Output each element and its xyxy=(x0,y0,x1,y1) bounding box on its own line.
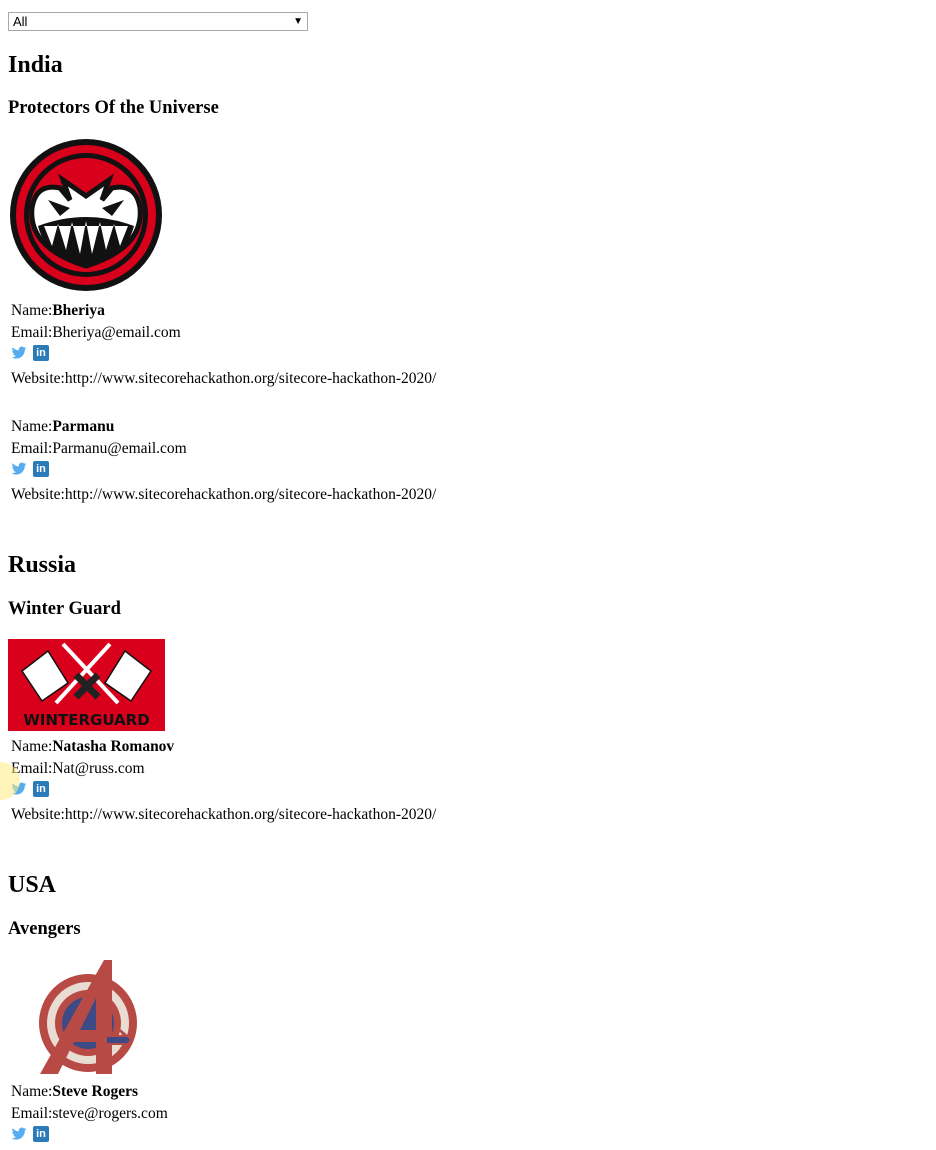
name-label: Name: xyxy=(11,418,53,435)
member-name-line: Name:Parmanu xyxy=(11,417,114,437)
social-links: in xyxy=(11,345,49,361)
website-label: Website: xyxy=(11,806,65,823)
country-filter-value: All xyxy=(13,14,28,29)
member-website-line: Website:http://www.sitecorehackathon.org… xyxy=(11,369,436,389)
name-label: Name: xyxy=(11,302,53,319)
team-heading-winter-guard: Winter Guard xyxy=(8,599,121,619)
country-heading-usa: USA xyxy=(8,872,57,898)
member-name: Parmanu xyxy=(52,418,115,435)
member-website[interactable]: http://www.sitecorehackathon.org/sitecor… xyxy=(65,806,436,823)
member-name-line: Name:Natasha Romanov xyxy=(11,737,174,757)
angry-face-logo xyxy=(10,139,162,291)
member-email: Nat@russ.com xyxy=(52,760,145,777)
email-label: Email: xyxy=(11,324,53,341)
linkedin-icon[interactable]: in xyxy=(33,1126,49,1142)
name-label: Name: xyxy=(11,738,53,755)
member-email: steve@rogers.com xyxy=(52,1105,168,1122)
member-email-line: Email:steve@rogers.com xyxy=(11,1104,168,1124)
member-email-line: Email:Nat@russ.com xyxy=(11,759,145,779)
email-label: Email: xyxy=(11,440,53,457)
team-heading-protectors: Protectors Of the Universe xyxy=(8,98,219,118)
member-email: Bheriya@email.com xyxy=(52,324,181,341)
twitter-icon[interactable] xyxy=(11,461,27,477)
email-label: Email: xyxy=(11,1105,53,1122)
linkedin-icon[interactable]: in xyxy=(33,345,49,361)
winterguard-logo-text: WINTERGUARD xyxy=(23,711,149,729)
member-website-line: Website:http://www.sitecorehackathon.org… xyxy=(11,805,436,825)
twitter-icon[interactable] xyxy=(11,345,27,361)
member-name: Bheriya xyxy=(52,302,105,319)
page: All ▼ India Protectors Of the Universe N… xyxy=(0,0,936,1150)
country-heading-india: India xyxy=(8,52,63,78)
country-filter-select[interactable]: All ▼ xyxy=(8,12,308,31)
avengers-logo xyxy=(39,960,137,1074)
winterguard-logo: WINTERGUARD xyxy=(8,639,165,731)
member-name: Steve Rogers xyxy=(52,1083,138,1100)
social-links: in xyxy=(11,1126,49,1142)
social-links: in xyxy=(11,461,49,477)
name-label: Name: xyxy=(11,1083,53,1100)
member-name-line: Name:Bheriya xyxy=(11,301,105,321)
member-name: Natasha Romanov xyxy=(52,738,175,755)
member-website[interactable]: http://www.sitecorehackathon.org/sitecor… xyxy=(65,486,436,503)
twitter-icon[interactable] xyxy=(11,1126,27,1142)
website-label: Website: xyxy=(11,486,65,503)
dropdown-arrow-icon: ▼ xyxy=(293,16,303,27)
member-email-line: Email:Parmanu@email.com xyxy=(11,439,187,459)
team-heading-avengers: Avengers xyxy=(8,919,81,939)
member-website[interactable]: http://www.sitecorehackathon.org/sitecor… xyxy=(65,370,436,387)
member-name-line: Name:Steve Rogers xyxy=(11,1082,138,1102)
linkedin-icon[interactable]: in xyxy=(33,461,49,477)
country-heading-russia: Russia xyxy=(8,552,77,578)
member-website-line: Website:http://www.sitecorehackathon.org… xyxy=(11,485,436,505)
website-label: Website: xyxy=(11,370,65,387)
linkedin-icon[interactable]: in xyxy=(33,781,49,797)
member-email: Parmanu@email.com xyxy=(52,440,187,457)
member-email-line: Email:Bheriya@email.com xyxy=(11,323,181,343)
